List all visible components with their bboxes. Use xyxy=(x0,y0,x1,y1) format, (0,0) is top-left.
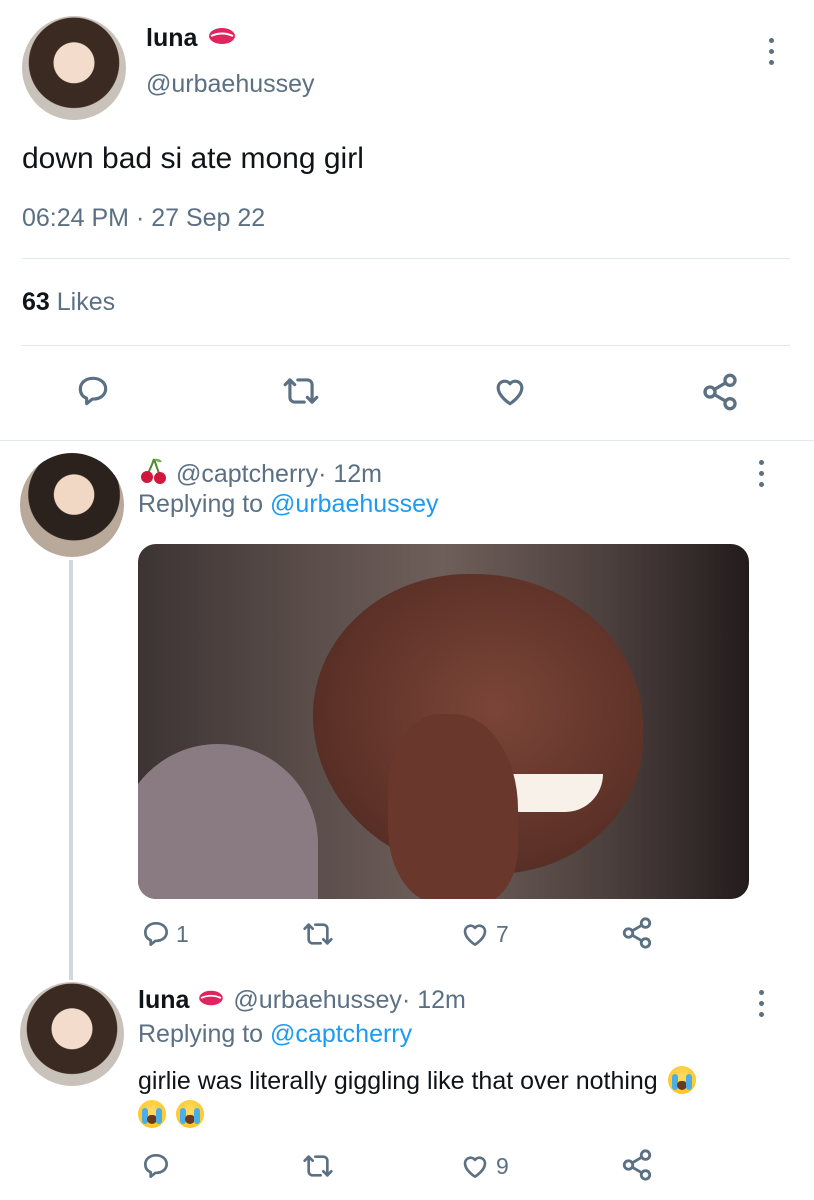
display-name[interactable]: luna xyxy=(138,986,189,1015)
thread-line xyxy=(69,560,73,980)
replying-to-link[interactable]: @urbaehussey xyxy=(270,490,439,518)
loudly-crying-face-icon xyxy=(138,1100,166,1128)
reply-text-block: girlie was literally giggling like that … xyxy=(138,1064,778,1132)
handle[interactable]: @captcherry xyxy=(176,460,318,489)
attached-photo[interactable] xyxy=(138,544,749,899)
reply-icon[interactable] xyxy=(74,372,112,410)
share-icon[interactable] xyxy=(700,372,740,412)
reply-time[interactable]: · 12m xyxy=(402,986,466,1015)
like-count: 7 xyxy=(496,920,509,947)
more-options-icon[interactable] xyxy=(756,990,766,1017)
reply-time[interactable]: · 12m xyxy=(318,460,382,489)
tweet-text: down bad si ate mong girl xyxy=(22,142,364,175)
reply-count: 1 xyxy=(176,920,189,947)
like-icon[interactable]: 7 xyxy=(458,918,509,950)
replying-to-line: Replying to @urbaehussey xyxy=(138,490,439,519)
likes-count: 63 xyxy=(22,288,50,316)
reply-icon[interactable] xyxy=(140,1150,172,1182)
handle[interactable]: @urbaehussey xyxy=(233,986,402,1015)
more-options-icon[interactable] xyxy=(766,38,776,65)
kiss-mark-icon xyxy=(197,986,225,1015)
divider xyxy=(0,440,814,441)
reply-text: girlie was literally giggling like that … xyxy=(138,1067,658,1095)
handle[interactable]: @urbaehussey xyxy=(146,70,315,99)
more-options-icon[interactable] xyxy=(756,460,766,487)
photo-shoulder xyxy=(138,744,318,899)
retweet-icon[interactable] xyxy=(280,372,322,410)
retweet-icon[interactable] xyxy=(300,918,336,950)
loudly-crying-face-icon xyxy=(175,1100,204,1128)
reply-header: luna @urbaehussey · 12m xyxy=(138,986,466,1015)
divider xyxy=(22,258,790,259)
divider xyxy=(22,345,790,346)
reply-header: @captcherry · 12m xyxy=(138,456,382,493)
likes-label: Likes xyxy=(56,288,116,316)
loudly-crying-face-icon xyxy=(667,1066,696,1094)
avatar[interactable] xyxy=(20,982,124,1086)
kiss-mark-icon xyxy=(207,25,237,52)
share-icon[interactable] xyxy=(620,916,654,950)
replying-to-label: Replying to xyxy=(138,1020,271,1048)
avatar[interactable] xyxy=(22,16,126,120)
display-name[interactable]: luna xyxy=(146,24,197,53)
like-icon[interactable]: 9 xyxy=(458,1150,509,1182)
photo-hand xyxy=(388,714,518,899)
retweet-icon[interactable] xyxy=(300,1150,336,1182)
like-icon[interactable] xyxy=(490,372,530,410)
share-icon[interactable] xyxy=(620,1148,654,1182)
display-name-row: luna xyxy=(146,24,237,53)
reply-icon[interactable]: 1 xyxy=(140,918,189,950)
replying-to-link[interactable]: @captcherry xyxy=(270,1020,412,1048)
replying-to-label: Replying to xyxy=(138,490,271,518)
avatar[interactable] xyxy=(20,453,124,557)
cherries-icon xyxy=(138,456,168,493)
likes-stat[interactable]: 63 Likes xyxy=(22,288,115,317)
like-count: 9 xyxy=(496,1152,509,1179)
replying-to-line: Replying to @captcherry xyxy=(138,1020,412,1049)
timestamp[interactable]: 06:24 PM · 27 Sep 22 xyxy=(22,204,265,233)
